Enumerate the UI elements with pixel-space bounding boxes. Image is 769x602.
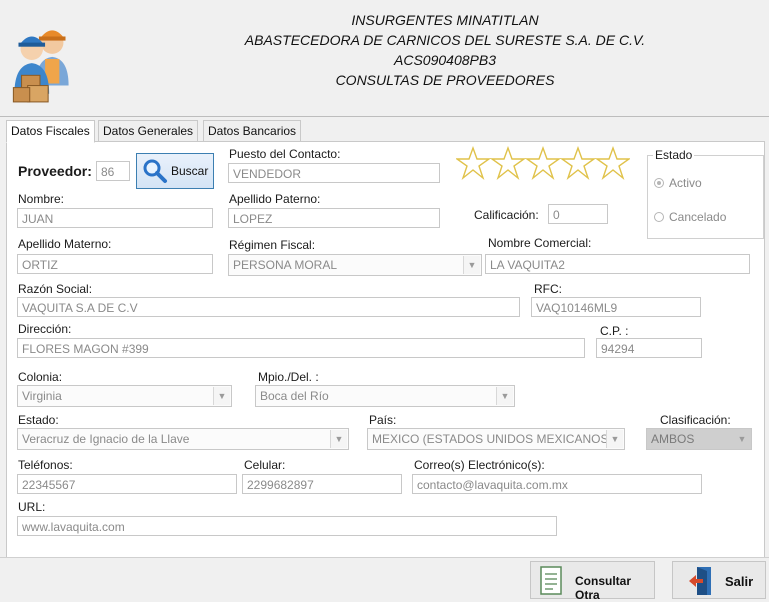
exit-door-icon xyxy=(689,567,711,595)
star-icon xyxy=(524,146,562,181)
chevron-down-icon: ▼ xyxy=(734,430,750,448)
celular-label: Celular: xyxy=(244,458,286,472)
regimen-selected: PERSONA MORAL xyxy=(233,258,338,272)
radio-activo[interactable] xyxy=(654,178,664,188)
action-bar: Consultar Otra Salir xyxy=(0,557,769,602)
header: INSURGENTES MINATITLAN ABASTECEDORA DE C… xyxy=(0,0,769,115)
chevron-down-icon: ▼ xyxy=(463,256,480,274)
tab-datos-generales[interactable]: Datos Generales xyxy=(98,120,199,142)
radio-cancelado[interactable] xyxy=(654,212,664,222)
proveedor-input[interactable]: 86 xyxy=(96,161,130,181)
correo-label: Correo(s) Electrónico(s): xyxy=(414,458,545,472)
mpio-select[interactable]: Boca del Río ▼ xyxy=(255,385,515,407)
razon-social-input[interactable]: VAQUITA S.A DE C.V xyxy=(17,297,520,317)
estado-label: Estado: xyxy=(18,413,59,427)
consultar-otra-label: Consultar Otra xyxy=(575,574,632,602)
nombre-comercial-input[interactable]: LA VAQUITA2 xyxy=(485,254,750,274)
nombre-comercial-label: Nombre Comercial: xyxy=(488,236,592,250)
pais-label: País: xyxy=(369,413,397,427)
url-input[interactable]: www.lavaquita.com xyxy=(17,516,557,536)
star-icon xyxy=(456,146,492,181)
mpio-label: Mpio./Del. : xyxy=(258,370,319,384)
apellido-paterno-input[interactable]: LOPEZ xyxy=(228,208,440,228)
pais-selected: MEXICO (ESTADOS UNIDOS MEXICANOS) xyxy=(372,432,613,446)
nombre-label: Nombre: xyxy=(18,192,65,206)
radio-cancelado-label: Cancelado xyxy=(669,210,727,224)
star-icon xyxy=(559,146,597,181)
star-icon xyxy=(489,146,527,181)
clasificacion-label: Clasificación: xyxy=(660,413,731,427)
search-icon xyxy=(143,159,167,183)
celular-input[interactable]: 2299682897 xyxy=(242,474,402,494)
salir-button[interactable]: Salir xyxy=(672,561,766,599)
url-label: URL: xyxy=(18,500,46,514)
document-icon xyxy=(540,566,562,595)
chevron-down-icon: ▼ xyxy=(213,387,230,405)
buscar-button[interactable]: Buscar xyxy=(136,153,214,189)
proveedor-label: Proveedor: xyxy=(18,163,92,179)
apellido-materno-label: Apellido Materno: xyxy=(18,237,112,251)
cp-label: C.P. : xyxy=(600,324,629,338)
clasificacion-selected: AMBOS xyxy=(651,432,695,446)
rfc-label: RFC: xyxy=(534,282,562,296)
calificacion-label: Calificación: xyxy=(474,208,539,222)
regimen-select[interactable]: PERSONA MORAL ▼ xyxy=(228,254,482,276)
rating-stars[interactable] xyxy=(456,146,630,182)
salir-label: Salir xyxy=(725,574,754,589)
tab-datos-fiscales[interactable]: Datos Fiscales xyxy=(6,120,95,143)
mpio-selected: Boca del Río xyxy=(260,389,329,403)
calificacion-input[interactable]: 0 xyxy=(548,204,608,224)
direccion-label: Dirección: xyxy=(18,322,72,336)
apellido-materno-input[interactable]: ORTIZ xyxy=(17,254,213,274)
apellido-paterno-label: Apellido Paterno: xyxy=(229,192,321,206)
puesto-label: Puesto del Contacto: xyxy=(229,147,341,161)
company-header: INSURGENTES MINATITLAN ABASTECEDORA DE C… xyxy=(230,10,660,90)
clasificacion-select[interactable]: AMBOS ▼ xyxy=(646,428,752,450)
colonia-label: Colonia: xyxy=(18,370,63,384)
header-line-4: CONSULTAS DE PROVEEDORES xyxy=(335,72,555,88)
star-icon xyxy=(594,146,630,181)
telefonos-label: Teléfonos: xyxy=(18,458,73,472)
colonia-select[interactable]: Virginia ▼ xyxy=(17,385,232,407)
estado-group-label: Estado xyxy=(653,148,695,162)
consultar-otra-button[interactable]: Consultar Otra xyxy=(530,561,655,602)
header-line-3: ACS090408PB3 xyxy=(394,52,496,68)
chevron-down-icon: ▼ xyxy=(330,430,347,448)
estado-select[interactable]: Veracruz de Ignacio de la Llave ▼ xyxy=(17,428,349,450)
colonia-selected: Virginia xyxy=(22,389,62,403)
header-line-2: ABASTECEDORA DE CARNICOS DEL SURESTE S.A… xyxy=(244,32,646,48)
chevron-down-icon: ▼ xyxy=(496,387,513,405)
puesto-input[interactable]: VENDEDOR xyxy=(228,163,440,183)
razon-social-label: Razón Social: xyxy=(18,282,93,296)
correo-input[interactable]: contacto@lavaquita.com.mx xyxy=(412,474,702,494)
rfc-input[interactable]: VAQ10146ML9 xyxy=(531,297,701,317)
header-line-1: INSURGENTES MINATITLAN xyxy=(351,12,539,28)
tab-datos-bancarios[interactable]: Datos Bancarios xyxy=(203,120,302,142)
pais-select[interactable]: MEXICO (ESTADOS UNIDOS MEXICANOS) ▼ xyxy=(367,428,625,450)
telefonos-input[interactable]: 22345567 xyxy=(17,474,237,494)
estado-group xyxy=(647,155,764,239)
nombre-input[interactable]: JUAN xyxy=(17,208,213,228)
regimen-label: Régimen Fiscal: xyxy=(229,238,316,252)
buscar-label: Buscar xyxy=(171,164,209,178)
header-separator xyxy=(0,116,769,117)
estado-selected: Veracruz de Ignacio de la Llave xyxy=(22,432,190,446)
cp-input[interactable]: 94294 xyxy=(596,338,702,358)
direccion-input[interactable]: FLORES MAGON #399 xyxy=(17,338,585,358)
logo xyxy=(12,30,69,103)
chevron-down-icon: ▼ xyxy=(606,430,623,448)
radio-activo-label: Activo xyxy=(669,176,702,190)
